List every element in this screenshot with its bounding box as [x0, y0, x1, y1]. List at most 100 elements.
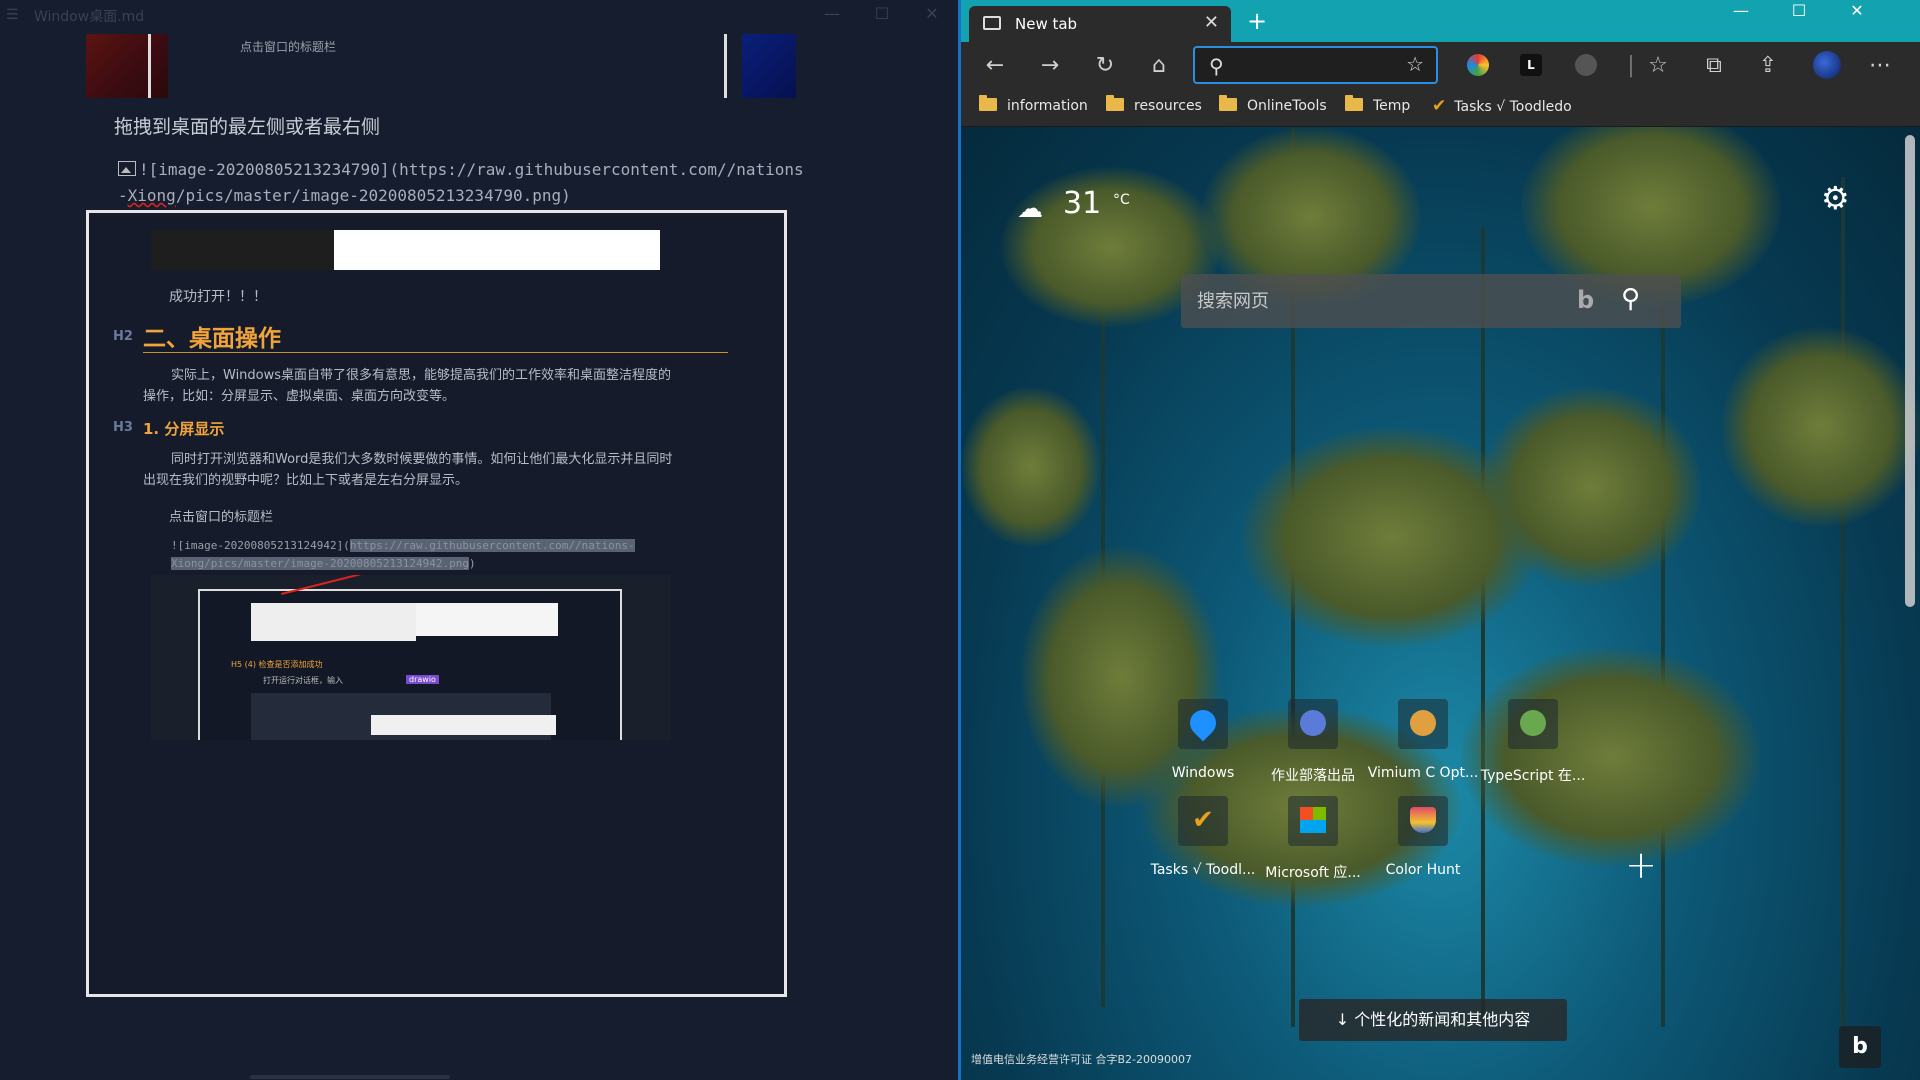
close-button[interactable]: ✕ [1828, 0, 1886, 30]
new-tab-page-icon [983, 16, 1001, 30]
top-site-tile[interactable]: Microsoft 应... [1253, 796, 1373, 896]
markdown-image-source: ![image-20200805213124942](https://raw.g… [171, 539, 635, 570]
tab-strip[interactable]: New tab ✕ + — ☐ ✕ [961, 0, 1920, 42]
more-options-icon[interactable]: ⋯ [1866, 52, 1894, 80]
site-icon: ✔ [1178, 796, 1228, 846]
paragraph: 同时打开浏览器和Word是我们大多数时候要做的事情。如何让他们最大化显示并且同时… [143, 452, 673, 488]
edge-window: New tab ✕ + — ☐ ✕ ← → ↻ ⌂ ⚲ ☆ L | ☆ ⧉ ⇪ … [961, 0, 1920, 1080]
site-icon [1398, 796, 1448, 846]
add-site-button[interactable]: + [1616, 843, 1666, 893]
separator-icon: | [1627, 53, 1635, 78]
top-site-tile[interactable]: TypeScript 在... [1473, 699, 1593, 799]
title-bar[interactable]: ☰ Window桌面.md — ☐ ✕ [0, 0, 958, 30]
heading-3: 1. 分屏显示 [143, 420, 225, 438]
browser-toolbar: ← → ↻ ⌂ ⚲ ☆ L | ☆ ⧉ ⇪ ⋯ [961, 42, 1920, 90]
extension-color-icon[interactable] [1467, 54, 1489, 76]
window-title: Window桌面.md [34, 9, 145, 25]
image-icon [118, 161, 136, 176]
close-tab-icon[interactable]: ✕ [1204, 12, 1219, 33]
home-icon[interactable]: ⌂ [1145, 52, 1173, 80]
site-icon [1178, 699, 1228, 749]
typora-window: ☰ Window桌面.md — ☐ ✕ 点击窗口的标题栏 拖拽到桌面的最左侧或者… [0, 0, 958, 1080]
minimize-button[interactable]: — [812, 4, 852, 28]
folder-icon [1219, 95, 1237, 111]
site-icon [1508, 699, 1558, 749]
search-input[interactable] [1195, 285, 1559, 317]
back-icon[interactable]: ← [981, 52, 1009, 80]
refresh-icon[interactable]: ↻ [1091, 52, 1119, 80]
new-tab-button[interactable]: + [1247, 7, 1267, 35]
image-block [151, 230, 334, 270]
top-site-tile[interactable]: Windows [1143, 699, 1263, 799]
heading-5: H5 (4) 检查是否添加成功 [231, 660, 323, 669]
profile-avatar[interactable] [1813, 51, 1841, 79]
paragraph[interactable]: 拖拽到桌面的最左侧或者最右侧 [114, 112, 380, 139]
close-button[interactable]: ✕ [912, 4, 952, 28]
bing-icon[interactable]: b [1577, 286, 1594, 314]
minimize-button[interactable]: — [1712, 0, 1770, 30]
favorites-bar: information resources OnlineTools Temp ✔… [961, 90, 1920, 127]
tab-title: New tab [1015, 15, 1078, 33]
image-thumbnail [86, 34, 168, 98]
heading-level-tag: H3 [113, 420, 133, 435]
maximize-button[interactable]: ☐ [1770, 0, 1828, 30]
site-icon [1398, 699, 1448, 749]
top-site-tile[interactable]: Color Hunt [1363, 796, 1483, 896]
favorites-icon[interactable]: ☆ [1644, 52, 1672, 80]
paragraph: 打开运行对话框，输入 [263, 676, 343, 685]
file-list [371, 715, 556, 735]
site-icon [1288, 796, 1338, 846]
paragraph: 点击窗口的标题栏 [169, 510, 274, 525]
search-icon: ⚲ [1209, 54, 1224, 78]
gear-icon[interactable]: ⚙ [1821, 179, 1850, 217]
search-icon[interactable]: ⚲ [1621, 284, 1640, 314]
image-block [334, 230, 660, 270]
temperature-unit: °C [1113, 192, 1130, 208]
heading-underline [143, 352, 728, 353]
address-bar[interactable]: ⚲ ☆ [1193, 46, 1438, 84]
cloud-icon: ☁ [1017, 194, 1043, 224]
thumbnail-caption: 点击窗口的标题栏 [240, 40, 337, 54]
image-thumbnail [742, 34, 796, 98]
heading-level-tag: H2 [113, 329, 133, 344]
top-site-tile[interactable]: Vimium C Opt... [1363, 699, 1483, 799]
nested-screenshot: H5 (4) 检查是否添加成功 打开运行对话框，输入 drawio [151, 575, 671, 740]
menu-icon[interactable]: ☰ [6, 7, 19, 23]
top-site-tile[interactable]: 作业部落出品 [1253, 699, 1373, 799]
favorite-folder-information[interactable]: information [979, 95, 1088, 114]
embedded-screenshot[interactable]: 成功打开！！！ H2 二、桌面操作 实际上，Windows桌面自带了很多有意思，… [86, 210, 787, 997]
share-icon[interactable]: ⇪ [1754, 52, 1782, 80]
vertical-scrollbar[interactable] [1905, 135, 1915, 607]
dialog-window [416, 603, 558, 636]
new-tab-page: ☁ 31 °C ⚙ b ⚲ Windows 作业部落出品 Vimium C Op… [961, 127, 1920, 1080]
folder-icon [1106, 95, 1124, 111]
tab-new-tab[interactable]: New tab ✕ [969, 6, 1231, 42]
extension-l-icon[interactable]: L [1520, 54, 1542, 76]
bing-button[interactable]: b [1839, 1026, 1881, 1068]
favorite-star-icon[interactable]: ☆ [1406, 52, 1424, 76]
favorite-folder-temp[interactable]: Temp [1345, 95, 1410, 114]
paragraph: 成功打开！！！ [169, 289, 267, 305]
folder-icon [979, 95, 997, 111]
favorite-folder-resources[interactable]: resources [1106, 95, 1202, 114]
markdown-image-source[interactable]: ![image-20200805213234790](https://raw.g… [118, 157, 838, 209]
top-site-tile[interactable]: ✔ Tasks √ Toodl... [1143, 796, 1263, 896]
check-icon: ✔ [1432, 96, 1447, 116]
personalized-news-button[interactable]: ↓ 个性化的新闻和其他内容 [1299, 999, 1567, 1041]
web-search-box[interactable]: b ⚲ [1181, 274, 1681, 328]
extension-grey-icon[interactable] [1575, 54, 1597, 76]
forward-icon[interactable]: → [1036, 52, 1064, 80]
folder-icon [1345, 95, 1363, 111]
arrow-down-icon: ↓ [1335, 1010, 1355, 1029]
site-icon [1288, 699, 1338, 749]
image-divider [724, 34, 727, 98]
icp-license-text: 增值电信业务经营许可证 合字B2-20090007 [971, 1053, 1192, 1066]
code-tag: drawio [406, 675, 439, 684]
horizontal-scrollbar[interactable] [250, 1075, 450, 1079]
maximize-button[interactable]: ☐ [862, 4, 902, 28]
paragraph: 实际上，Windows桌面自带了很多有意思，能够提高我们的工作效率和桌面整洁程度… [143, 368, 672, 404]
favorite-folder-onlinetools[interactable]: OnlineTools [1219, 95, 1327, 114]
favorite-link-toodledo[interactable]: ✔ Tasks √ Toodledo [1432, 96, 1572, 116]
collections-icon[interactable]: ⧉ [1700, 52, 1728, 80]
temperature: 31 [1063, 186, 1102, 221]
